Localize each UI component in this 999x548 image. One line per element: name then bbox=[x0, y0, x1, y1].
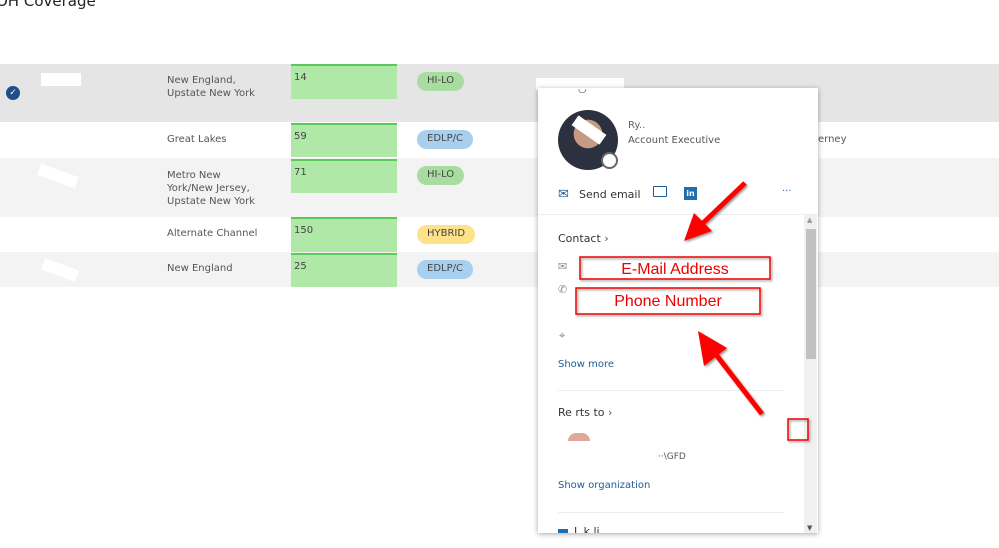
send-email-button[interactable]: Send email bbox=[579, 188, 641, 201]
partial-cell-text: erney bbox=[818, 134, 847, 145]
reports-to-heading[interactable]: Re rts to › bbox=[558, 406, 612, 419]
phone-icon: ✆ bbox=[558, 283, 568, 296]
chat-icon[interactable] bbox=[653, 186, 667, 197]
collapse-chevron-icon[interactable]: ◡ bbox=[578, 84, 587, 95]
page-title: OH Coverage bbox=[0, 0, 96, 10]
contact-heading[interactable]: Contact › bbox=[558, 232, 609, 245]
more-options-button[interactable]: ··· bbox=[782, 186, 792, 197]
region-cell: Metro New York/New Jersey, Upstate New Y… bbox=[167, 170, 255, 207]
show-more-link[interactable]: Show more bbox=[558, 359, 614, 370]
location-icon: ⌖ bbox=[559, 329, 566, 342]
manager-avatar[interactable] bbox=[568, 433, 590, 441]
scroll-down-icon[interactable]: ▼ bbox=[807, 524, 812, 532]
region-cell: New England bbox=[167, 263, 233, 274]
scrollbar-thumb[interactable] bbox=[806, 229, 816, 359]
region-cell: Alternate Channel bbox=[167, 228, 258, 239]
quantity-cell: 59 bbox=[291, 123, 397, 157]
quantity-cell: 71 bbox=[291, 159, 397, 193]
table-row[interactable]: ✓ New England, Upstate New York 14 HI-LO bbox=[0, 64, 999, 122]
mail-icon: ✉ bbox=[558, 260, 568, 273]
linkedin-section-heading[interactable]: L k li bbox=[574, 525, 600, 533]
show-organization-link[interactable]: Show organization bbox=[558, 480, 650, 491]
quantity-cell: 14 bbox=[291, 64, 397, 99]
type-badge: HI-LO bbox=[417, 166, 465, 185]
table-row[interactable]: Metro New York/New Jersey, Upstate New Y… bbox=[0, 158, 999, 217]
chevron-right-icon: › bbox=[608, 406, 613, 419]
linkedin-icon[interactable]: in bbox=[684, 187, 697, 200]
manager-name[interactable]: ··\GFD bbox=[658, 452, 686, 462]
scrollbar[interactable]: ▲ ▼ bbox=[804, 215, 817, 533]
table-row[interactable]: Alternate Channel 150 HYBRID bbox=[0, 217, 999, 252]
person-name: Ry.. bbox=[628, 120, 646, 131]
linkedin-section-icon bbox=[558, 529, 568, 533]
mail-icon[interactable]: ✉ bbox=[558, 187, 569, 202]
quantity-cell: 150 bbox=[291, 217, 397, 252]
type-badge: EDLP/C bbox=[417, 130, 473, 149]
contact-label: Contact bbox=[558, 232, 601, 245]
row-checked-icon[interactable]: ✓ bbox=[6, 86, 20, 100]
type-badge: HI-LO bbox=[417, 72, 465, 91]
reports-to-label: Re rts to bbox=[558, 406, 605, 419]
profile-card: ◡ Ry.. Account Executive ✉ Send email in… bbox=[538, 84, 818, 533]
region-cell: New England, Upstate New York bbox=[167, 75, 255, 99]
job-title: Account Executive bbox=[628, 135, 721, 146]
region-cell: Great Lakes bbox=[167, 134, 227, 145]
quantity-cell: 25 bbox=[291, 253, 397, 287]
table-row[interactable]: New England 25 EDLP/C bbox=[0, 252, 999, 287]
presence-icon bbox=[601, 152, 618, 169]
table-row[interactable]: Great Lakes 59 EDLP/C erney bbox=[0, 122, 999, 158]
scroll-up-icon[interactable]: ▲ bbox=[807, 216, 812, 224]
type-badge: HYBRID bbox=[417, 225, 476, 244]
type-badge: EDLP/C bbox=[417, 260, 473, 279]
chevron-right-icon: › bbox=[604, 232, 609, 245]
